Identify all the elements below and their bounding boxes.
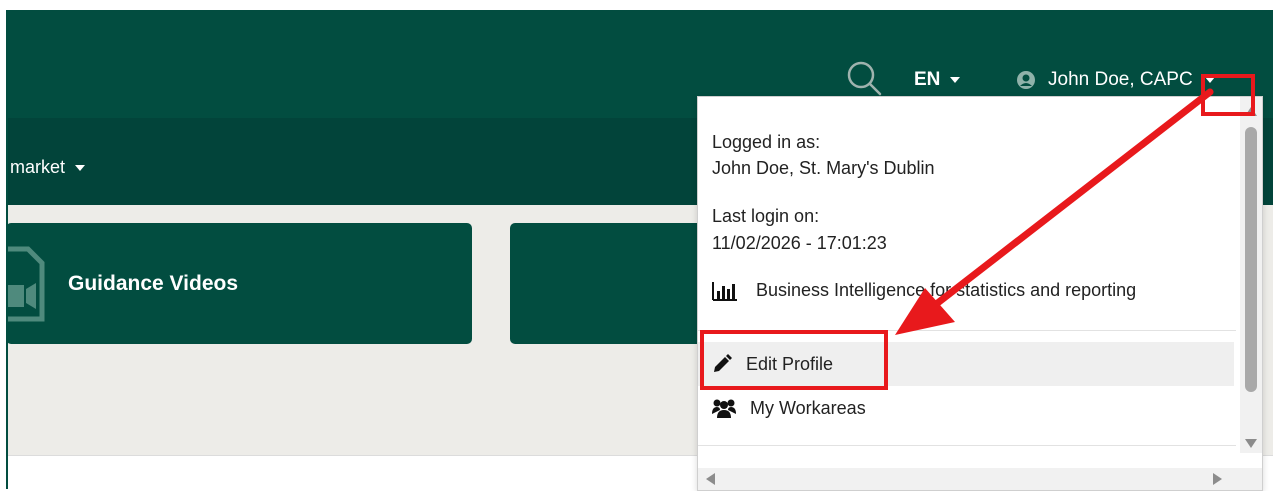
my-workareas-menu-item[interactable]: My Workareas: [698, 386, 1234, 430]
tile-title: Guidance Videos: [68, 271, 238, 295]
scroll-left-icon[interactable]: [706, 473, 715, 485]
business-intelligence-link[interactable]: Business Intelligence for statistics and…: [712, 280, 1136, 301]
search-icon: [847, 61, 882, 96]
last-login-label: Last login on:: [712, 206, 820, 226]
user-dropdown-menu: Logged in as: John Doe, St. Mary's Dubli…: [697, 96, 1263, 491]
bi-link-label: Business Intelligence for statistics and…: [756, 280, 1137, 300]
chevron-down-icon: [75, 164, 86, 171]
user-name: John Doe, CAPC: [1048, 69, 1193, 90]
frame-border: [6, 10, 8, 489]
logged-in-label: Logged in as:: [712, 132, 821, 152]
logged-in-value: John Doe, St. Mary's Dublin: [712, 158, 935, 178]
video-document-icon: [6, 246, 45, 322]
nav-item-market[interactable]: market: [10, 157, 86, 178]
scroll-down-icon[interactable]: [1245, 439, 1257, 448]
scrollbar-thumb[interactable]: [1245, 127, 1257, 392]
language-label: EN: [914, 69, 941, 90]
nav-item-label: market: [10, 157, 66, 177]
language-dropdown[interactable]: EN: [914, 68, 961, 92]
bar-chart-icon: [712, 281, 737, 301]
user-menu-toggle[interactable]: John Doe, CAPC: [1016, 66, 1215, 94]
search-button[interactable]: [844, 58, 884, 98]
my-workareas-label: My Workareas: [750, 397, 866, 418]
user-circle-icon: [1017, 71, 1035, 89]
chevron-down-icon: [950, 77, 961, 83]
annotation-highlight-box: [1201, 74, 1255, 116]
last-login-value: 11/02/2026 - 17:01:23: [712, 233, 887, 253]
users-icon: [712, 399, 736, 418]
menu-divider: [698, 445, 1236, 446]
scroll-right-icon[interactable]: [1213, 473, 1222, 485]
horizontal-scrollbar[interactable]: [698, 468, 1262, 490]
guidance-videos-tile[interactable]: Guidance Videos: [6, 223, 472, 344]
dashboard-tile[interactable]: [510, 223, 710, 344]
annotation-highlight-box: [700, 330, 888, 390]
vertical-scrollbar[interactable]: [1240, 97, 1262, 453]
